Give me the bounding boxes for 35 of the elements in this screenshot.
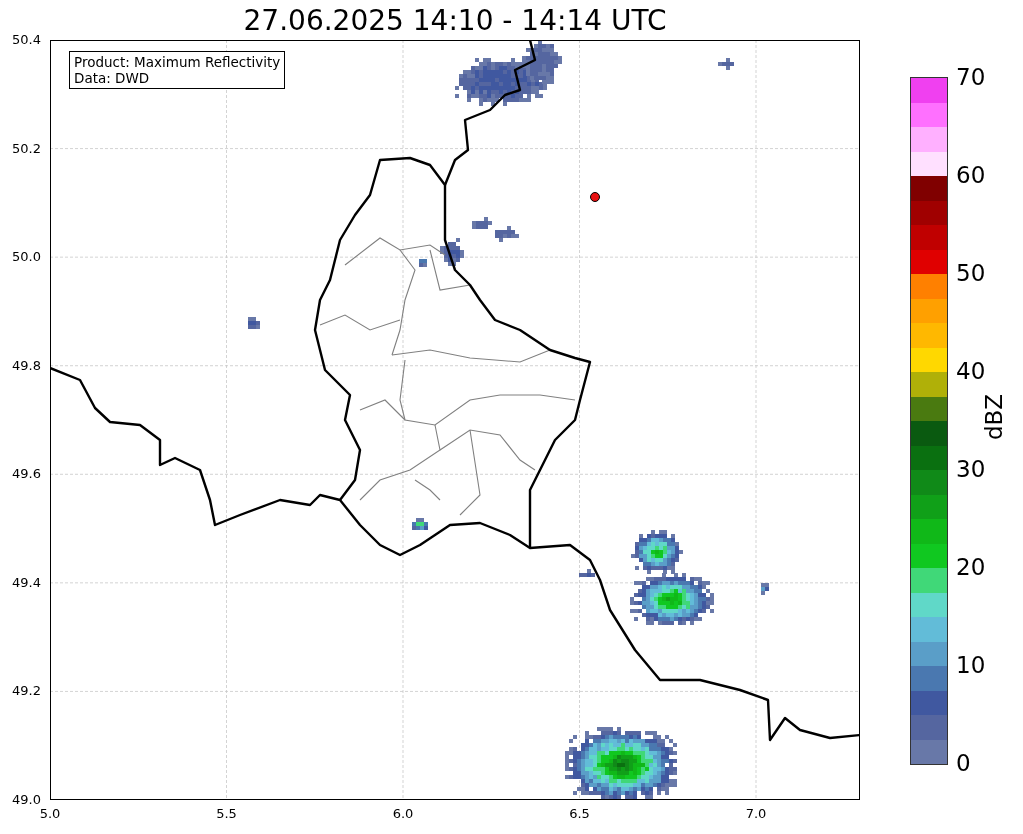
- x-axis-tick-label: 5.0: [39, 806, 61, 821]
- x-axis-tick-label: 5.5: [216, 806, 237, 821]
- radar-echo: [412, 518, 428, 530]
- y-axis-tick-label: 49.6: [12, 467, 41, 482]
- y-axis-tick-label: 50.2: [12, 141, 41, 156]
- y-axis-tick-label: 49.4: [12, 575, 41, 590]
- x-axis-tick-label: 7.0: [745, 806, 767, 821]
- y-axis-tick-label: 49.2: [12, 684, 41, 699]
- colorbar-tick-label: 40: [956, 358, 986, 384]
- radar-echo: [761, 583, 769, 595]
- radar-echo: [419, 259, 427, 267]
- y-axis-tick-label: 49.8: [12, 358, 41, 373]
- y-axis-tick-label: 49.0: [12, 793, 41, 807]
- radar-echo: [495, 226, 519, 242]
- legend-text: Product: Maximum Reflectivity: [74, 54, 281, 70]
- location-marker: [590, 192, 600, 202]
- radar-echo: [718, 58, 734, 70]
- colorbar-tick-label: 50: [956, 260, 986, 286]
- radar-echo: [472, 217, 492, 229]
- x-axis-tick-label: 6.0: [392, 806, 414, 821]
- colorbar-label: dBZ: [981, 393, 1007, 441]
- colorbar-tick-label: 70: [956, 64, 986, 90]
- radar-echo: [440, 238, 464, 266]
- colorbar-tick-label: 30: [956, 456, 986, 482]
- legend-text: Data: DWD: [74, 70, 151, 86]
- colorbar-tick-label: 10: [956, 652, 986, 678]
- radar-echo: [248, 317, 260, 329]
- colorbar-tick-label: 0: [956, 750, 971, 776]
- y-axis-tick-label: 50.0: [12, 250, 41, 265]
- radar-echo: [579, 569, 595, 577]
- chart-title: 27.06.2025 14:10 - 14:14 UTC: [243, 3, 667, 39]
- colorbar-tick-label: 20: [956, 554, 986, 580]
- x-axis-tick-label: 6.5: [569, 806, 590, 821]
- y-axis-tick-label: 50.4: [12, 33, 41, 47]
- colorbar-tick-label: 60: [956, 162, 986, 188]
